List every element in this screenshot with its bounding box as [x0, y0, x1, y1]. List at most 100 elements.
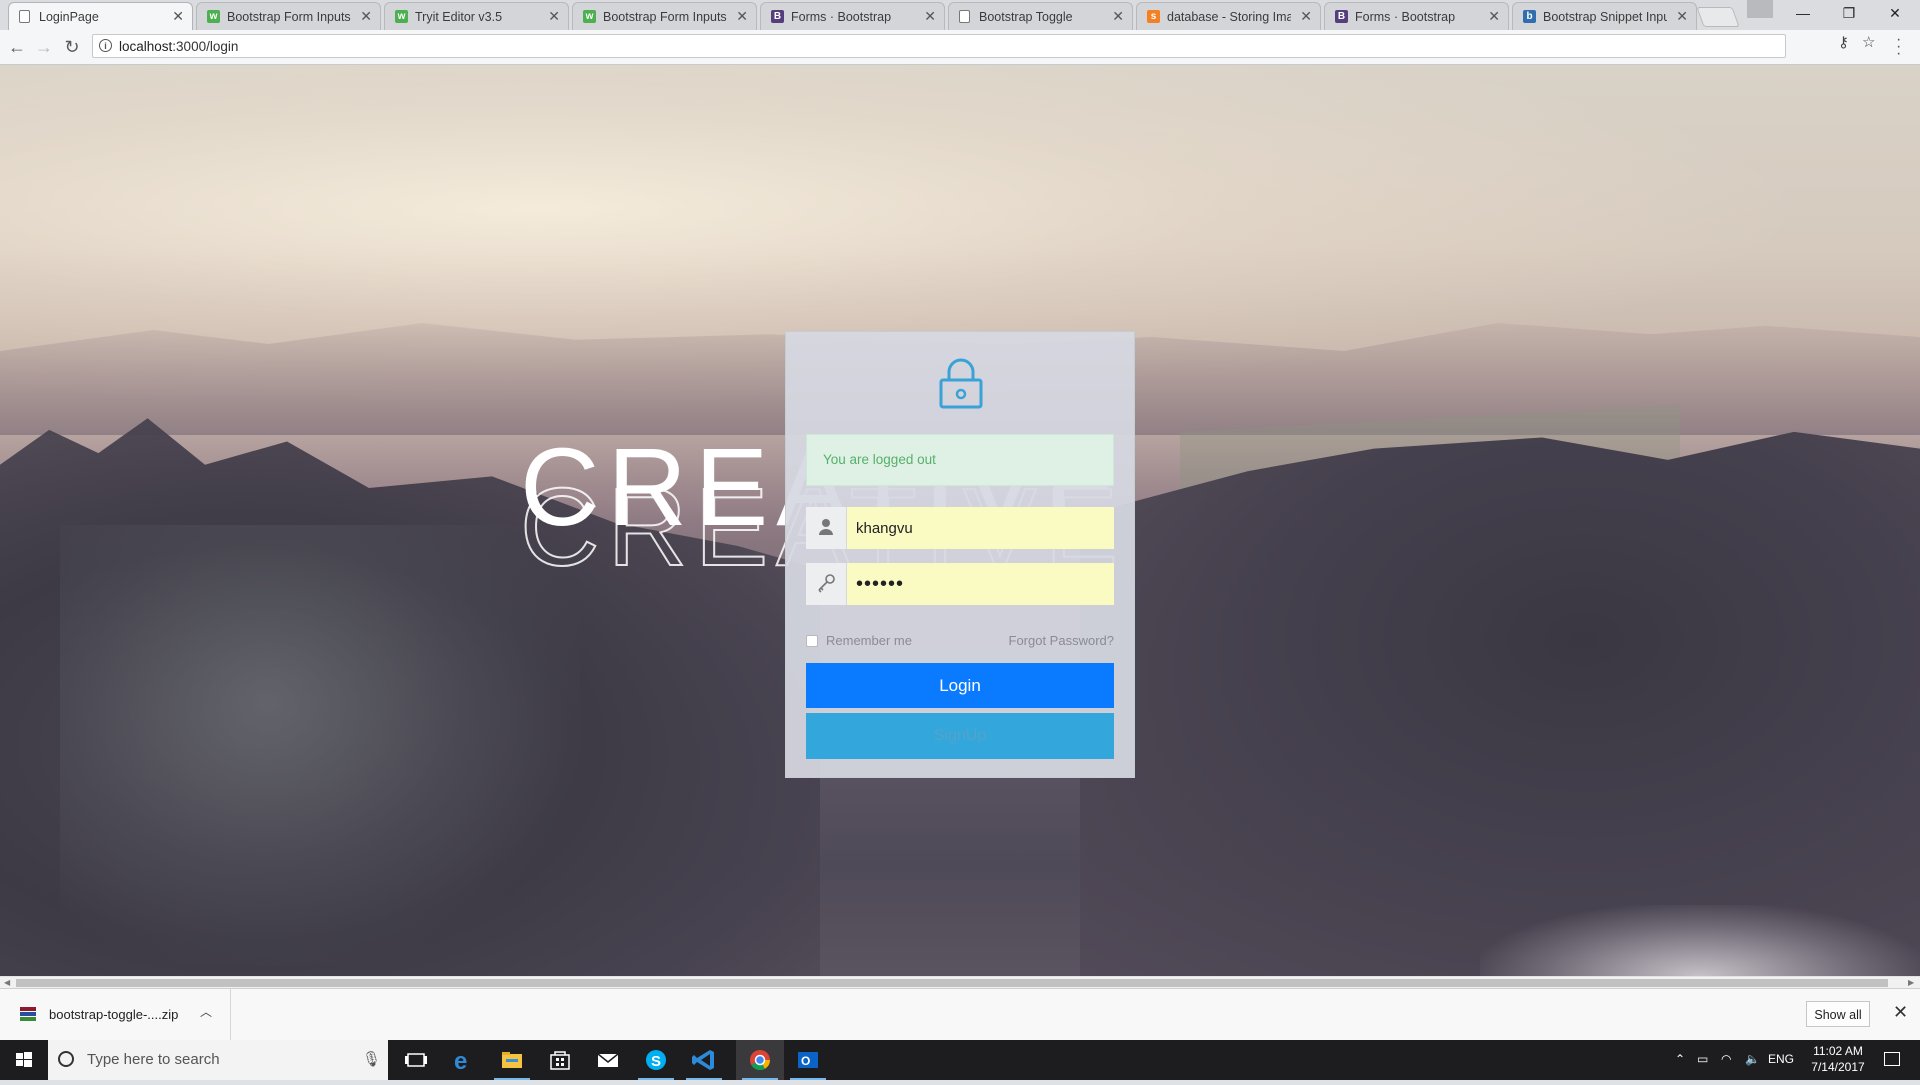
username-input[interactable]	[846, 507, 1114, 549]
restore-icon[interactable]: ❐	[1826, 0, 1872, 28]
svg-text:e: e	[454, 1048, 467, 1075]
lock-icon	[939, 358, 983, 409]
taskbar: Type here to search 🎙 e S O ⌃ ▭ ◠ 🔈 ENG …	[0, 1040, 1920, 1080]
close-icon[interactable]: ✕	[1893, 1002, 1908, 1023]
tab-bootstrap-toggle[interactable]: Bootstrap Toggle ✕	[948, 2, 1133, 30]
close-tab-icon[interactable]: ✕	[172, 8, 184, 25]
tab-title: Bootstrap Form Inputs (	[603, 10, 727, 24]
checkbox-box[interactable]	[806, 635, 818, 647]
url-text: localhost:3000/login	[119, 39, 238, 54]
close-window-icon[interactable]: ✕	[1872, 0, 1918, 28]
key-icon	[818, 574, 835, 593]
language-indicator[interactable]: ENG	[1768, 1052, 1794, 1066]
tab-title: Bootstrap Toggle	[979, 10, 1073, 24]
edge-icon[interactable]: e	[440, 1040, 488, 1080]
browser-toolbar: ← → ↻ i localhost:3000/login ⚷ ☆ · · ·	[0, 30, 1920, 65]
close-tab-icon[interactable]: ✕	[1112, 8, 1124, 25]
info-icon[interactable]: i	[99, 39, 112, 52]
bootsnipp-icon: b	[1523, 10, 1536, 23]
bookmark-star-icon[interactable]: ☆	[1862, 33, 1875, 51]
clock[interactable]: 11:02 AM 7/14/2017	[1800, 1043, 1876, 1075]
reload-icon[interactable]: ↻	[60, 35, 84, 59]
download-bar: bootstrap-toggle-....zip ︿ Show all ✕	[0, 988, 1920, 1041]
close-tab-icon[interactable]: ✕	[1488, 8, 1500, 25]
username-addon	[806, 507, 847, 549]
password-input[interactable]	[846, 563, 1114, 605]
profile-icon[interactable]	[1747, 0, 1773, 18]
remember-me-label: Remember me	[826, 633, 912, 648]
close-tab-icon[interactable]: ✕	[1300, 8, 1312, 25]
download-item[interactable]: bootstrap-toggle-....zip ︿	[0, 989, 231, 1041]
tab-bootstrap-form-inputs-2[interactable]: w Bootstrap Form Inputs ( ✕	[572, 2, 757, 30]
close-tab-icon[interactable]: ✕	[736, 8, 748, 25]
login-button[interactable]: Login	[806, 663, 1114, 708]
notification-icon[interactable]	[1884, 1052, 1900, 1066]
login-card: You are logged out Remember me	[785, 331, 1135, 778]
close-tab-icon[interactable]: ✕	[548, 8, 560, 25]
windows-icon	[16, 1052, 32, 1067]
taskbar-search[interactable]: Type here to search 🎙	[48, 1040, 388, 1080]
page-viewport: CREATIVE CREATIVE You are logged out	[0, 65, 1920, 976]
tab-database-storing-image[interactable]: s database - Storing Imag ✕	[1136, 2, 1321, 30]
clock-date: 7/14/2017	[1811, 1060, 1865, 1074]
tab-title: Bootstrap Snippet Input	[1543, 10, 1667, 24]
close-tab-icon[interactable]: ✕	[1676, 8, 1688, 25]
address-bar[interactable]: i localhost:3000/login	[92, 34, 1786, 58]
show-all-button[interactable]: Show all	[1806, 1001, 1870, 1027]
w3schools-icon: w	[207, 10, 220, 23]
volume-icon[interactable]: 🔈	[1745, 1052, 1760, 1066]
minimize-icon[interactable]: —	[1780, 0, 1826, 28]
logout-alert: You are logged out	[806, 434, 1114, 486]
chrome-icon[interactable]	[736, 1040, 784, 1080]
tab-bootstrap-form-inputs[interactable]: w Bootstrap Form Inputs ( ✕	[196, 2, 381, 30]
wifi-icon[interactable]: ◠	[1721, 1052, 1731, 1066]
tab-strip: LoginPage ✕ w Bootstrap Form Inputs ( ✕ …	[0, 0, 1920, 31]
close-tab-icon[interactable]: ✕	[360, 8, 372, 25]
tab-forms-bootstrap-2[interactable]: B Forms · Bootstrap ✕	[1324, 2, 1509, 30]
menu-icon[interactable]: · · ·	[1896, 32, 1901, 62]
start-button[interactable]	[0, 1040, 48, 1080]
tab-title: Tryit Editor v3.5	[415, 10, 503, 24]
outlook-icon[interactable]: O	[784, 1040, 832, 1080]
task-view-icon[interactable]	[392, 1040, 440, 1080]
back-icon[interactable]: ←	[5, 35, 29, 59]
page-icon	[19, 10, 30, 23]
battery-icon[interactable]: ▭	[1697, 1052, 1708, 1066]
close-tab-icon[interactable]: ✕	[924, 8, 936, 25]
clock-time: 11:02 AM	[1813, 1044, 1863, 1058]
tab-loginpage[interactable]: LoginPage ✕	[8, 2, 193, 30]
signup-button[interactable]: SignUp	[806, 713, 1114, 759]
forward-icon[interactable]: →	[32, 35, 56, 59]
chevron-up-icon[interactable]: ⌃	[1675, 1052, 1685, 1066]
vscode-icon[interactable]	[680, 1040, 728, 1080]
skype-icon[interactable]: S	[632, 1040, 680, 1080]
scrollbar-thumb[interactable]	[16, 979, 1888, 987]
store-icon[interactable]	[536, 1040, 584, 1080]
key-icon[interactable]: ⚷	[1838, 33, 1849, 51]
tab-title: Forms · Bootstrap	[791, 10, 892, 24]
chevron-up-icon[interactable]: ︿	[200, 1003, 212, 1020]
microphone-icon[interactable]: 🎙	[362, 1050, 381, 1068]
url-host: localhost	[119, 39, 173, 54]
password-field	[806, 563, 1114, 605]
download-filename: bootstrap-toggle-....zip	[49, 1007, 179, 1022]
new-tab-button[interactable]	[1696, 7, 1740, 27]
tab-bootstrap-snippet-input[interactable]: b Bootstrap Snippet Input ✕	[1512, 2, 1697, 30]
password-addon	[806, 563, 847, 605]
tab-title: database - Storing Imag	[1167, 10, 1291, 24]
bootstrap-icon: B	[1335, 10, 1348, 23]
search-placeholder: Type here to search	[87, 1051, 220, 1068]
rock-formation	[60, 525, 580, 965]
forgot-password-link[interactable]: Forgot Password?	[1009, 633, 1115, 648]
tab-forms-bootstrap[interactable]: B Forms · Bootstrap ✕	[760, 2, 945, 30]
bootstrap-icon: B	[771, 10, 784, 23]
tab-title: Bootstrap Form Inputs (	[227, 10, 351, 24]
file-explorer-icon[interactable]	[488, 1040, 536, 1080]
stackoverflow-icon: s	[1147, 10, 1160, 23]
url-path: :3000/login	[172, 39, 239, 54]
user-icon	[819, 519, 833, 535]
snow-patch	[1480, 905, 1920, 976]
tab-tryit-editor[interactable]: w Tryit Editor v3.5 ✕	[384, 2, 569, 30]
cortana-icon	[58, 1051, 74, 1067]
mail-icon[interactable]	[584, 1040, 632, 1080]
